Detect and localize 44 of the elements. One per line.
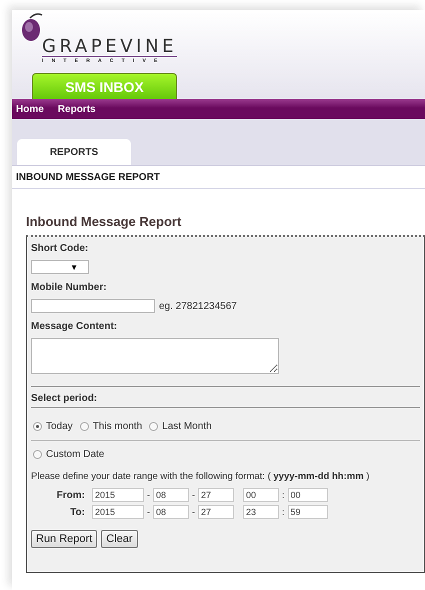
- date-separator: -: [192, 507, 195, 517]
- tab[interactable]: REPORTS: [17, 139, 131, 165]
- year-field[interactable]: 2015: [92, 488, 144, 502]
- radio-label: Today: [46, 421, 73, 432]
- grape-logo-icon: [20, 12, 44, 44]
- breadcrumb: INBOUND MESSAGE REPORT: [12, 166, 425, 189]
- field-label: Message Content:: [31, 321, 118, 332]
- radio-label: Custom Date: [46, 449, 104, 460]
- example-text: eg. 27821234567: [159, 300, 237, 312]
- date-separator: -: [147, 507, 150, 517]
- minute-field[interactable]: 00: [288, 488, 328, 502]
- date-label: To:: [69, 506, 85, 518]
- radio-button[interactable]: [33, 422, 42, 431]
- month-field[interactable]: 08: [153, 488, 189, 502]
- radio-button[interactable]: [80, 422, 89, 431]
- format-hint: Please define your date range with the following format: ( yyyy-mm-dd hh:mm ): [31, 471, 370, 482]
- message-content-field[interactable]: [31, 338, 279, 374]
- nav-link[interactable]: Reports: [58, 104, 96, 114]
- nav-link[interactable]: Home: [16, 104, 44, 114]
- day-field[interactable]: 27: [198, 505, 234, 519]
- radio-label: Last Month: [162, 421, 212, 432]
- hour-field[interactable]: 23: [243, 505, 279, 519]
- clear-button[interactable]: Clear: [101, 530, 138, 548]
- time-separator: :: [282, 507, 285, 517]
- time-separator: :: [282, 490, 285, 500]
- field-label: Short Code:: [31, 243, 90, 254]
- month-field[interactable]: 08: [153, 505, 189, 519]
- radio-button[interactable]: [33, 450, 42, 459]
- year-field[interactable]: 2015: [92, 505, 144, 519]
- run-report-button[interactable]: Run Report: [31, 530, 98, 548]
- date-separator: -: [192, 490, 195, 500]
- logo-name: GRAPEVINE: [42, 38, 178, 57]
- report-title: Inbound Message Report: [26, 214, 182, 231]
- field-label: Select period:: [31, 393, 98, 404]
- day-field[interactable]: 27: [198, 488, 234, 502]
- mobile-number-field[interactable]: [31, 299, 155, 313]
- minute-field[interactable]: 59: [288, 505, 328, 519]
- date-label: From:: [56, 490, 85, 500]
- field-label: Mobile Number:: [31, 282, 108, 293]
- radio-button[interactable]: [149, 422, 158, 431]
- radio-label: This month: [92, 421, 142, 432]
- date-separator: -: [147, 490, 150, 500]
- hour-field[interactable]: 00: [243, 488, 279, 502]
- short-code-select[interactable]: ▼: [31, 260, 89, 274]
